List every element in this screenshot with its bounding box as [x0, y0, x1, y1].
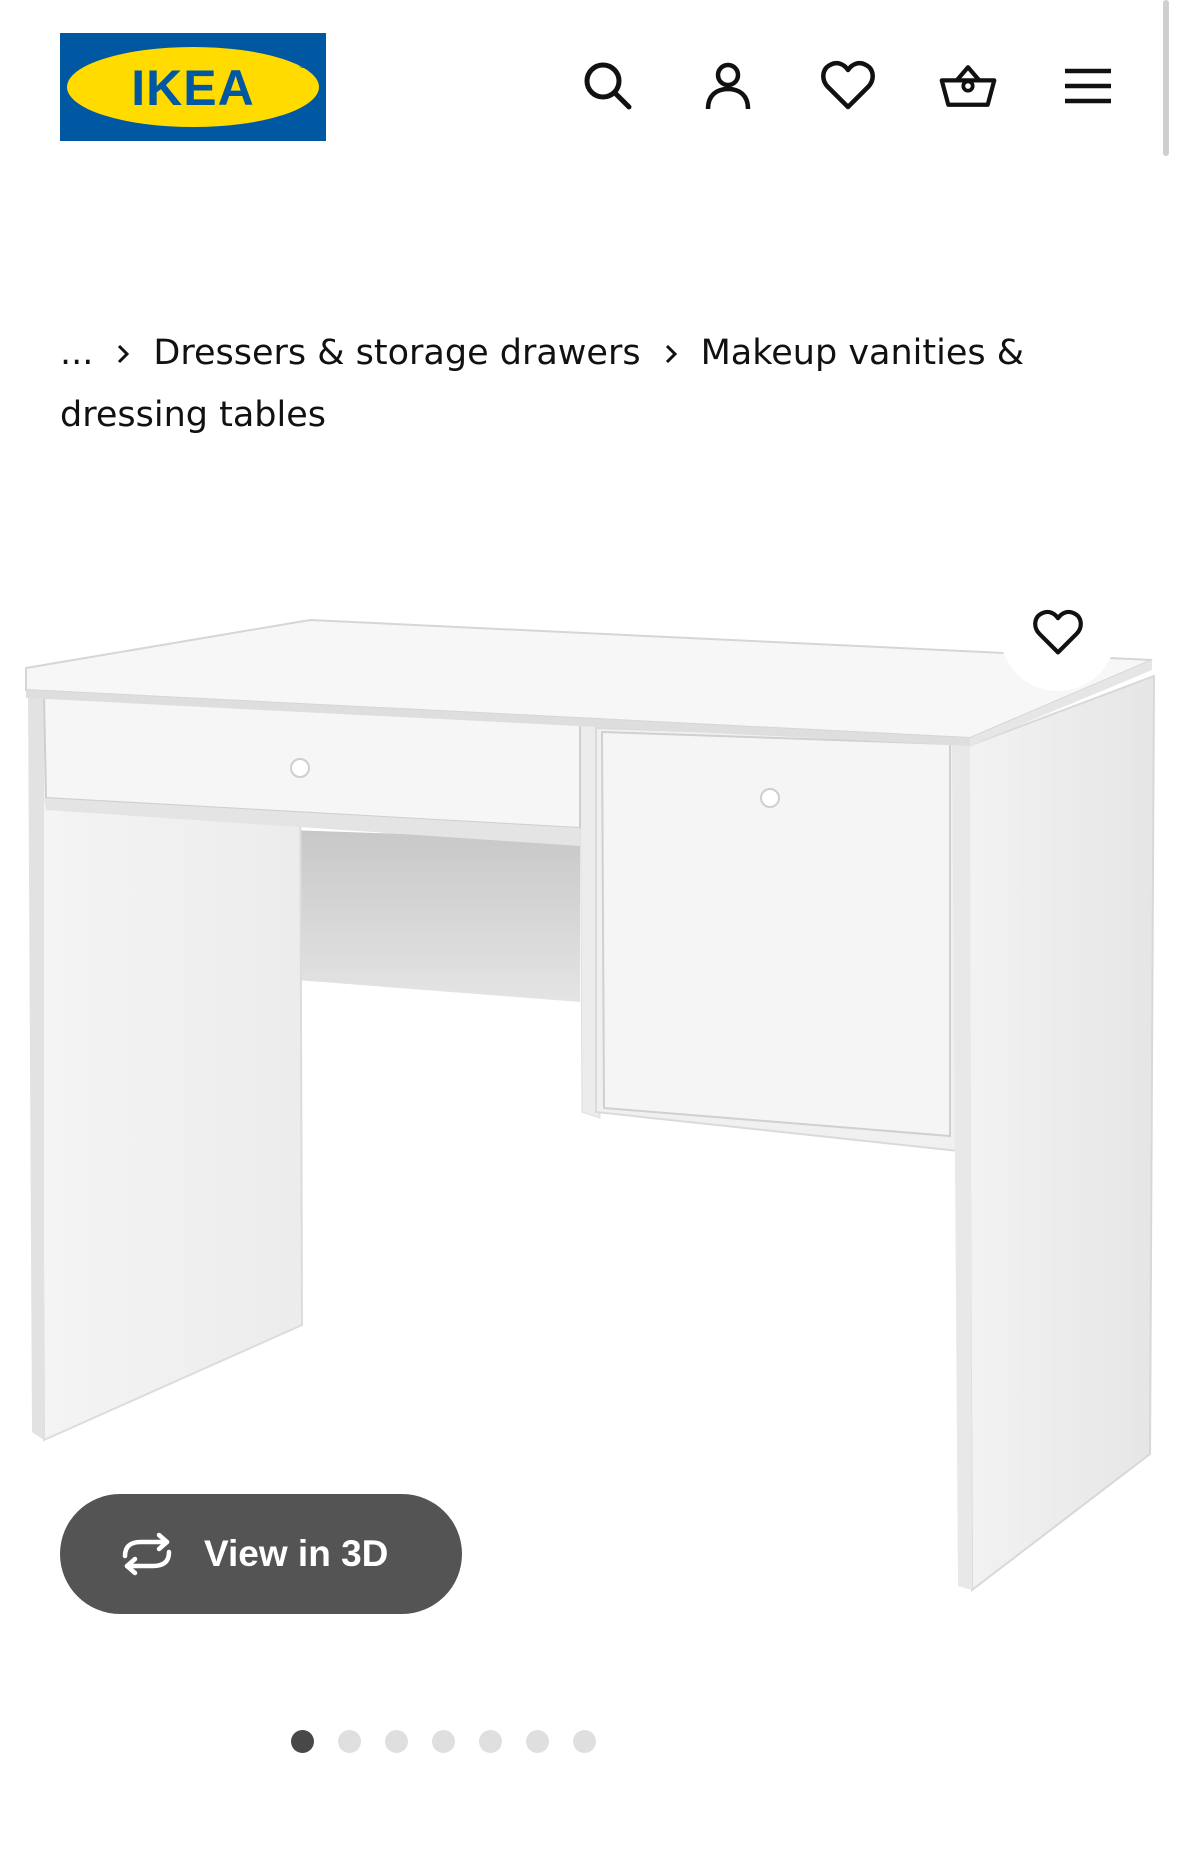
- logo-text: IKEA: [131, 60, 254, 116]
- breadcrumb-item-dressers[interactable]: Dressers & storage drawers: [153, 333, 640, 373]
- save-to-favourites-button[interactable]: [1000, 575, 1116, 691]
- chevron-right-icon: [641, 322, 701, 384]
- chevron-right-icon: [93, 322, 153, 384]
- carousel-dot[interactable]: [432, 1730, 455, 1753]
- rotate-3d-icon: [112, 1529, 182, 1579]
- carousel-dot[interactable]: [291, 1730, 314, 1753]
- breadcrumb-ellipsis[interactable]: ...: [60, 333, 93, 373]
- product-image[interactable]: [0, 560, 1179, 1640]
- search-icon[interactable]: [578, 56, 638, 116]
- heart-icon: [1033, 609, 1083, 655]
- basket-icon[interactable]: [938, 56, 998, 116]
- carousel-dot[interactable]: [573, 1730, 596, 1753]
- site-header: IKEA ®: [0, 0, 1179, 180]
- view-in-3d-button[interactable]: View in 3D: [60, 1494, 462, 1614]
- carousel-dot[interactable]: [479, 1730, 502, 1753]
- carousel-dot[interactable]: [526, 1730, 549, 1753]
- carousel-dots: [0, 1730, 1033, 1753]
- svg-text:®: ®: [299, 60, 307, 71]
- carousel-dot[interactable]: [385, 1730, 408, 1753]
- page-scrollbar[interactable]: [1163, 0, 1169, 156]
- breadcrumb: ... Dressers & storage drawers Makeup vani…: [60, 322, 1100, 446]
- carousel-dot[interactable]: [338, 1730, 361, 1753]
- dressing-table-illustration: [25, 618, 1156, 1593]
- view-in-3d-label: View in 3D: [204, 1533, 389, 1574]
- account-icon[interactable]: [698, 56, 758, 116]
- ikea-logo[interactable]: IKEA ®: [60, 33, 326, 141]
- menu-icon[interactable]: [1058, 56, 1118, 116]
- heart-icon[interactable]: [818, 56, 878, 116]
